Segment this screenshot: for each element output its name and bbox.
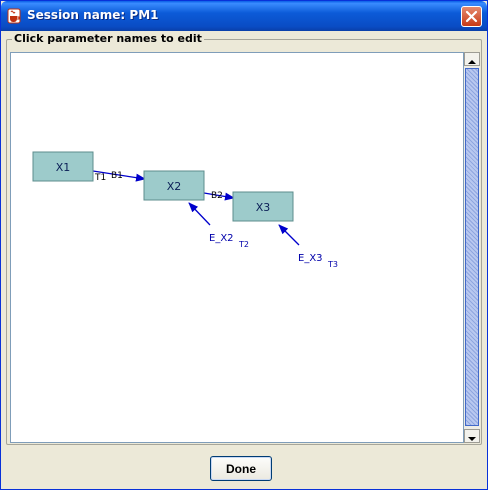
diagram-canvas[interactable]: X1 X2 X3 T1 B1 B2 E_X2 T2 E_X3 T3 — [10, 52, 464, 443]
close-button[interactable] — [461, 6, 482, 27]
error-e-x3[interactable]: E_X3 T3 — [298, 253, 338, 269]
group-label: Click parameter names to edit — [12, 32, 204, 45]
scroll-up-button[interactable] — [464, 52, 480, 66]
error-e-x3-sub: T3 — [327, 260, 338, 269]
arrow-down-icon — [468, 437, 476, 441]
param-b1[interactable]: B1 — [111, 171, 123, 181]
node-x1-label: X1 — [56, 161, 71, 174]
node-x2[interactable]: X2 — [143, 170, 205, 201]
node-x1[interactable]: X1 — [32, 151, 94, 182]
path-diagram: X1 X2 X3 T1 B1 B2 E_X2 T2 E_X3 T3 — [32, 151, 338, 269]
java-cup-icon — [7, 8, 21, 24]
arrow-up-icon — [468, 60, 476, 64]
error-e-x2[interactable]: E_X2 T2 — [209, 233, 249, 249]
edge-e-x2 — [188, 202, 211, 226]
done-button[interactable]: Done — [210, 456, 272, 481]
error-e-x3-label[interactable]: E_X3 — [298, 253, 323, 264]
param-b2[interactable]: B2 — [211, 191, 223, 201]
scroll-thumb[interactable] — [465, 68, 479, 426]
scroll-down-button[interactable] — [464, 429, 480, 443]
title-bar[interactable]: Session name: PM1 — [1, 1, 487, 31]
node-x3-label: X3 — [256, 201, 271, 214]
node-x3[interactable]: X3 — [232, 191, 294, 222]
vertical-scrollbar[interactable] — [464, 52, 480, 443]
node-x2-label: X2 — [167, 180, 182, 193]
close-icon — [465, 10, 478, 23]
error-e-x2-sub: T2 — [238, 240, 249, 249]
window-title: Session name: PM1 — [27, 8, 159, 22]
dialog-window: Session name: PM1 Click parameter names … — [0, 0, 488, 490]
edge-e-x3 — [278, 224, 300, 246]
error-e-x2-label[interactable]: E_X2 — [209, 233, 234, 244]
param-t1[interactable]: T1 — [94, 173, 106, 183]
